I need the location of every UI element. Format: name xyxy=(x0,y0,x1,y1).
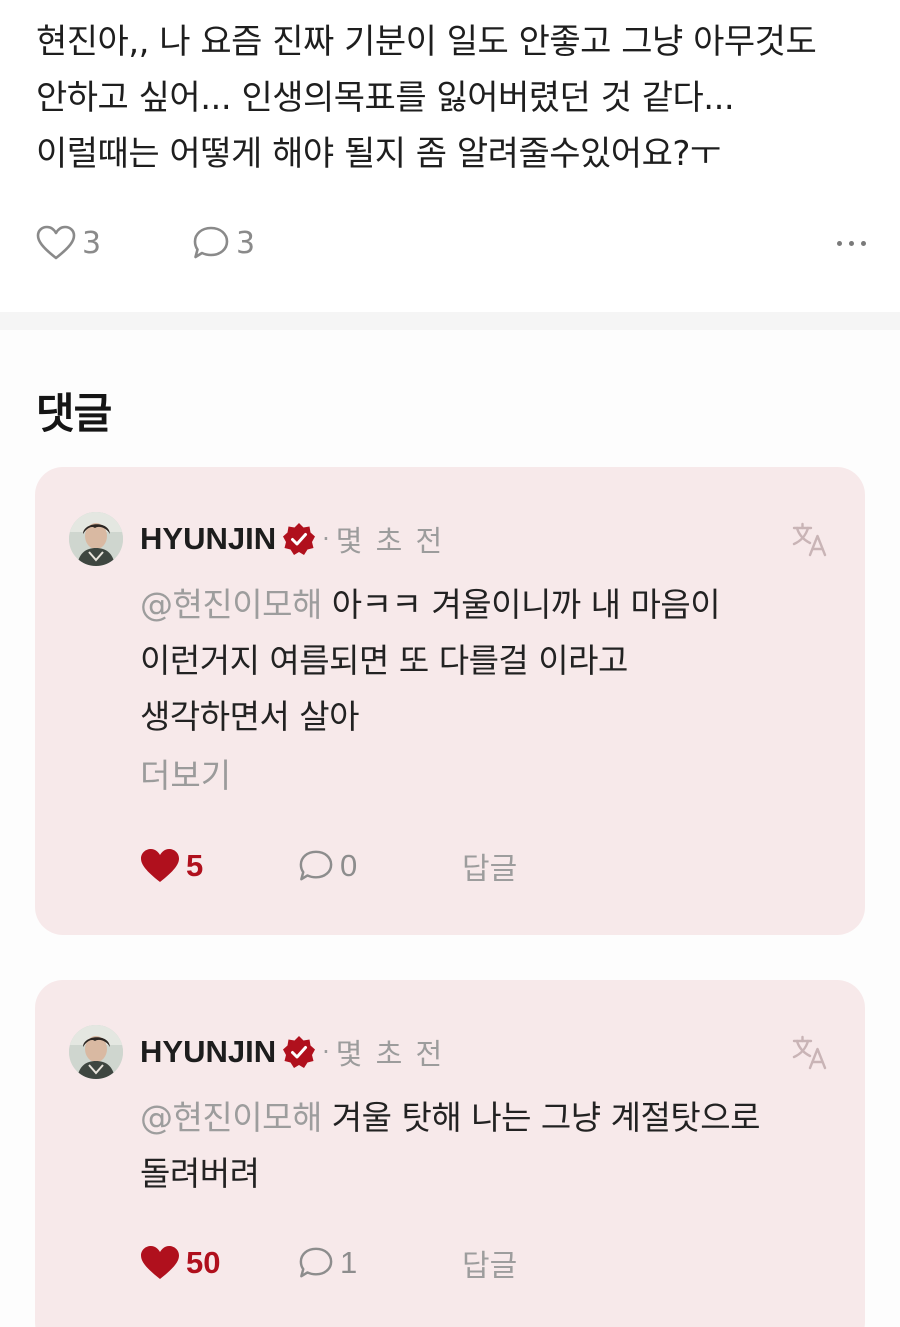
heart-filled-icon xyxy=(141,849,179,882)
see-more-link[interactable]: 더보기 xyxy=(140,749,231,797)
heart-outline-icon xyxy=(36,225,76,260)
comment-actions: 5 0 답글 xyxy=(140,841,740,891)
comment-card: HYUNJIN · 몇 초 전 @현진이모해 아ㅋㅋ 겨울이니까 내 마음이 이… xyxy=(35,467,865,935)
avatar[interactable] xyxy=(69,512,123,566)
speech-bubble-icon xyxy=(299,850,333,881)
comment-text: 생각하면서 살아 xyxy=(140,697,360,736)
comments-section: 댓글 HYUNJIN · 몇 초 전 @현진이모해 아ㅋㅋ 겨울이니까 내 마음… xyxy=(0,330,900,1327)
comment-text: 돌려버려 xyxy=(140,1154,260,1193)
user-mention[interactable]: @현진이모해 xyxy=(140,585,322,624)
comment-like-button[interactable]: 50 xyxy=(140,1238,220,1288)
translate-button[interactable] xyxy=(791,1033,829,1075)
comment-like-count: 50 xyxy=(186,1245,221,1280)
reply-button[interactable]: 답글 xyxy=(462,841,517,891)
post-actions: 3 3 xyxy=(36,220,866,266)
post-comment-count: 3 xyxy=(236,225,256,261)
more-options-button[interactable] xyxy=(837,220,866,266)
post-like-button[interactable]: 3 xyxy=(36,220,101,266)
comment-reply-count-button[interactable]: 1 xyxy=(298,1238,357,1288)
more-dots-icon xyxy=(849,240,854,246)
comment-reply-count-button[interactable]: 0 xyxy=(298,841,357,891)
post-line: 이럴때는 어떻게 해야 될지 좀 알려줄수있어요?ㅜ xyxy=(36,134,721,174)
heart-filled-icon xyxy=(141,1246,179,1279)
comment-text: 겨울 탓해 나는 그냥 계절탓으로 xyxy=(321,1098,761,1137)
post: 현진아,, 나 요즘 진짜 기분이 일도 안좋고 그냥 아무것도 안하고 싶어.… xyxy=(0,0,900,312)
author-name[interactable]: HYUNJIN xyxy=(140,1034,276,1070)
comment-body: @현진이모해 겨울 탓해 나는 그냥 계절탓으로 돌려버려 xyxy=(140,1090,760,1202)
comment-text: 아ㅋㅋ 겨울이니까 내 마음이 xyxy=(321,585,721,624)
comment-body: @현진이모해 아ㅋㅋ 겨울이니까 내 마음이 이런거지 여름되면 또 다를걸 이… xyxy=(140,577,721,745)
timestamp: 몇 초 전 xyxy=(335,524,445,558)
comment-like-count: 5 xyxy=(186,848,204,883)
speech-bubble-icon xyxy=(299,1247,333,1278)
translate-icon xyxy=(792,522,827,557)
translate-icon xyxy=(792,1035,827,1070)
verified-badge-icon xyxy=(283,1036,316,1068)
speech-bubble-icon xyxy=(193,226,229,259)
comments-title: 댓글 xyxy=(36,389,112,438)
comment-text: 이런거지 여름되면 또 다를걸 이라고 xyxy=(140,641,628,680)
timestamp: 몇 초 전 xyxy=(335,1037,445,1071)
section-divider xyxy=(0,312,900,330)
comment-like-button[interactable]: 5 xyxy=(140,841,203,891)
translate-button[interactable] xyxy=(791,520,829,562)
post-line: 안하고 싶어... 인생의목표를 잃어버렸던 것 같다... xyxy=(36,78,735,118)
more-dots-icon xyxy=(837,240,842,246)
post-like-count: 3 xyxy=(82,225,102,261)
separator-dot: · xyxy=(322,525,330,553)
author-name[interactable]: HYUNJIN xyxy=(140,521,276,557)
avatar[interactable] xyxy=(69,1025,123,1079)
post-text: 현진아,, 나 요즘 진짜 기분이 일도 안좋고 그냥 아무것도 안하고 싶어.… xyxy=(36,14,876,182)
post-comment-button[interactable]: 3 xyxy=(192,220,255,266)
comment-header: HYUNJIN · 몇 초 전 xyxy=(140,1030,444,1074)
separator-dot: · xyxy=(322,1038,330,1066)
comment-reply-count: 0 xyxy=(340,848,358,883)
reply-button[interactable]: 답글 xyxy=(462,1238,517,1288)
comment-card: HYUNJIN · 몇 초 전 @현진이모해 겨울 탓해 나는 그냥 계절탓으로… xyxy=(35,980,865,1327)
more-dots-icon xyxy=(861,240,866,246)
comment-actions: 50 1 답글 xyxy=(140,1238,740,1288)
comment-header: HYUNJIN · 몇 초 전 xyxy=(140,517,444,561)
post-line: 현진아,, 나 요즘 진짜 기분이 일도 안좋고 그냥 아무것도 xyxy=(36,22,817,62)
comment-reply-count: 1 xyxy=(340,1245,358,1280)
user-mention[interactable]: @현진이모해 xyxy=(140,1098,322,1137)
verified-badge-icon xyxy=(283,523,316,555)
